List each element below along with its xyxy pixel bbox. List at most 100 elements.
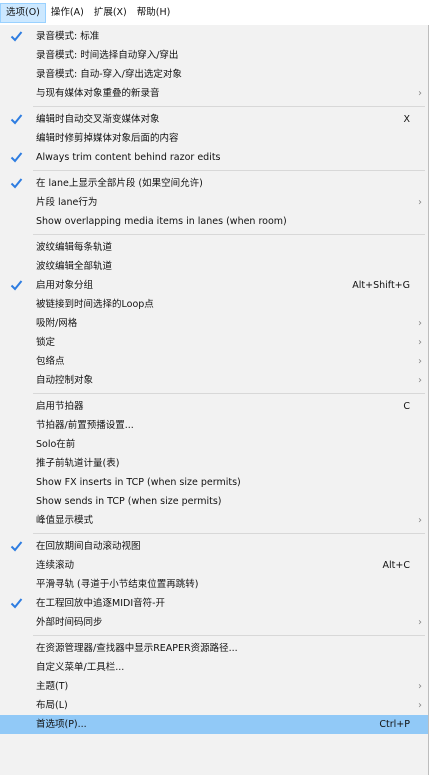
menu-item-label: Solo在前: [36, 439, 76, 450]
menu-item-label: 波纹编辑每条轨道: [36, 242, 113, 253]
menu-item[interactable]: 被链接到时间选择的Loop点: [0, 295, 428, 314]
chevron-right-icon: ›: [418, 337, 422, 348]
menu-item-label: 片段 lane行为: [36, 197, 98, 208]
menu-item-label: 与现有媒体对象重叠的新录音: [36, 88, 160, 99]
menu-item[interactable]: 波纹编辑每条轨道: [0, 238, 428, 257]
menu-item[interactable]: 节拍器/前置预播设置...: [0, 416, 428, 435]
menu-item[interactable]: 推子前轨道计量(表): [0, 454, 428, 473]
menu-item[interactable]: Solo在前: [0, 435, 428, 454]
menu-item-label: 编辑时自动交叉渐变媒体对象: [36, 114, 160, 125]
menu-item-label: 在回放期间自动滚动视图: [36, 541, 141, 552]
menu-item-label: 吸附/网格: [36, 318, 78, 329]
menu-item[interactable]: 启用节拍器 C: [0, 397, 428, 416]
menu-item-label: 编辑时修剪掉媒体对象后面的内容: [36, 133, 179, 144]
chevron-right-icon: ›: [418, 375, 422, 386]
checkmark-icon: [10, 174, 24, 193]
menu-separator: [33, 393, 425, 394]
options-dropdown-menu: 录音模式: 标准录音模式: 时间选择自动穿入/穿出 录音模式: 自动-穿入/穿出选…: [0, 25, 429, 775]
menu-separator: [33, 533, 425, 534]
menu-item-label: 布局(L): [36, 700, 68, 711]
menubar-item-0[interactable]: 选项(O): [0, 2, 46, 23]
menu-item-label: 连续滚动: [36, 560, 75, 571]
menu-item[interactable]: 吸附/网格 ›: [0, 314, 428, 333]
menu-item-label: 启用节拍器: [36, 401, 84, 412]
menu-item[interactable]: Show sends in TCP (when size permits): [0, 492, 428, 511]
menu-item[interactable]: 平滑寻轨 (寻道于小节结束位置再跳转): [0, 575, 428, 594]
menubar-item-3[interactable]: 帮助(H): [132, 3, 176, 23]
menu-separator: [33, 170, 425, 171]
menu-item[interactable]: 波纹编辑全部轨道: [0, 257, 428, 276]
menu-item-label: 录音模式: 自动-穿入/穿出选定对象: [36, 69, 182, 80]
menu-item-label: 峰值显示模式: [36, 515, 94, 526]
menu-item-label: 主题(T): [36, 681, 69, 692]
menu-item[interactable]: 片段 lane行为 ›: [0, 193, 428, 212]
menu-item[interactable]: Always trim content behind razor edits: [0, 148, 428, 167]
chevron-right-icon: ›: [418, 700, 422, 711]
chevron-right-icon: ›: [418, 356, 422, 367]
menu-item[interactable]: 连续滚动 Alt+C: [0, 556, 428, 575]
menu-item-label: 在工程回放中追逐MIDI音符-开: [36, 598, 166, 609]
menu-item[interactable]: 录音模式: 时间选择自动穿入/穿出: [0, 46, 428, 65]
chevron-right-icon: ›: [418, 617, 422, 628]
menu-bar: 选项(O) 操作(A) 扩展(X) 帮助(H): [0, 0, 429, 25]
menu-item[interactable]: 布局(L) ›: [0, 696, 428, 715]
menubar-item-2[interactable]: 扩展(X): [89, 3, 132, 23]
checkmark-icon: [10, 276, 24, 295]
menu-item-label: 平滑寻轨 (寻道于小节结束位置再跳转): [36, 579, 199, 590]
checkmark-icon: [10, 594, 24, 613]
menu-item-label: 自动控制对象: [36, 375, 94, 386]
checkmark-icon: [10, 537, 24, 556]
menu-item[interactable]: 首选项(P)... Ctrl+P: [0, 715, 428, 734]
menu-item-label: 启用对象分组: [36, 280, 94, 291]
menu-item[interactable]: 在工程回放中追逐MIDI音符-开: [0, 594, 428, 613]
shortcut-label: X: [403, 114, 410, 125]
menu-item-label: Show sends in TCP (when size permits): [36, 496, 222, 507]
menu-separator: [33, 234, 425, 235]
chevron-right-icon: ›: [418, 318, 422, 329]
menu-item-label: 包络点: [36, 356, 65, 367]
menu-item[interactable]: 与现有媒体对象重叠的新录音 ›: [0, 84, 428, 103]
checkmark-icon: [10, 110, 24, 129]
menu-item-label: 推子前轨道计量(表): [36, 458, 120, 469]
menu-item[interactable]: 峰值显示模式 ›: [0, 511, 428, 530]
menu-item-label: 在资源管理器/查找器中显示REAPER资源路径...: [36, 643, 238, 654]
menu-separator: [33, 635, 425, 636]
menu-item[interactable]: 录音模式: 标准: [0, 27, 428, 46]
menu-item-label: Show overlapping media items in lanes (w…: [36, 216, 287, 227]
chevron-right-icon: ›: [418, 515, 422, 526]
menu-item[interactable]: 在资源管理器/查找器中显示REAPER资源路径...: [0, 639, 428, 658]
menu-item-label: Always trim content behind razor edits: [36, 152, 221, 163]
menu-item-label: 首选项(P)...: [36, 719, 87, 730]
shortcut-label: C: [403, 401, 410, 412]
checkmark-icon: [10, 148, 24, 167]
menu-item[interactable]: 录音模式: 自动-穿入/穿出选定对象: [0, 65, 428, 84]
menu-item-label: 外部时间码同步: [36, 617, 103, 628]
menu-item-label: 被链接到时间选择的Loop点: [36, 299, 154, 310]
menu-item[interactable]: 在 lane上显示全部片段 (如果空间允许): [0, 174, 428, 193]
menu-item[interactable]: 编辑时自动交叉渐变媒体对象 X: [0, 110, 428, 129]
shortcut-label: Alt+C: [382, 560, 410, 571]
menu-item[interactable]: 锁定 ›: [0, 333, 428, 352]
menu-item[interactable]: 主题(T) ›: [0, 677, 428, 696]
menu-item[interactable]: 包络点 ›: [0, 352, 428, 371]
checkmark-icon: [10, 27, 24, 46]
menu-item-label: Show FX inserts in TCP (when size permit…: [36, 477, 241, 488]
menu-item-label: 在 lane上显示全部片段 (如果空间允许): [36, 178, 203, 189]
menu-item[interactable]: 外部时间码同步 ›: [0, 613, 428, 632]
menu-item-label: 锁定: [36, 337, 56, 348]
menu-item-label: 节拍器/前置预播设置...: [36, 420, 134, 431]
menu-item[interactable]: 启用对象分组 Alt+Shift+G: [0, 276, 428, 295]
menu-item-label: 录音模式: 时间选择自动穿入/穿出: [36, 50, 179, 61]
menu-item-label: 录音模式: 标准: [36, 31, 100, 42]
menu-item[interactable]: 编辑时修剪掉媒体对象后面的内容: [0, 129, 428, 148]
menu-item[interactable]: 自定义菜单/工具栏...: [0, 658, 428, 677]
chevron-right-icon: ›: [418, 197, 422, 208]
shortcut-label: Alt+Shift+G: [352, 280, 410, 291]
chevron-right-icon: ›: [418, 88, 422, 99]
menu-item[interactable]: 自动控制对象 ›: [0, 371, 428, 390]
menu-item[interactable]: 在回放期间自动滚动视图: [0, 537, 428, 556]
menu-item[interactable]: Show FX inserts in TCP (when size permit…: [0, 473, 428, 492]
menu-item[interactable]: Show overlapping media items in lanes (w…: [0, 212, 428, 231]
shortcut-label: Ctrl+P: [379, 719, 410, 730]
menubar-item-1[interactable]: 操作(A): [46, 3, 89, 23]
